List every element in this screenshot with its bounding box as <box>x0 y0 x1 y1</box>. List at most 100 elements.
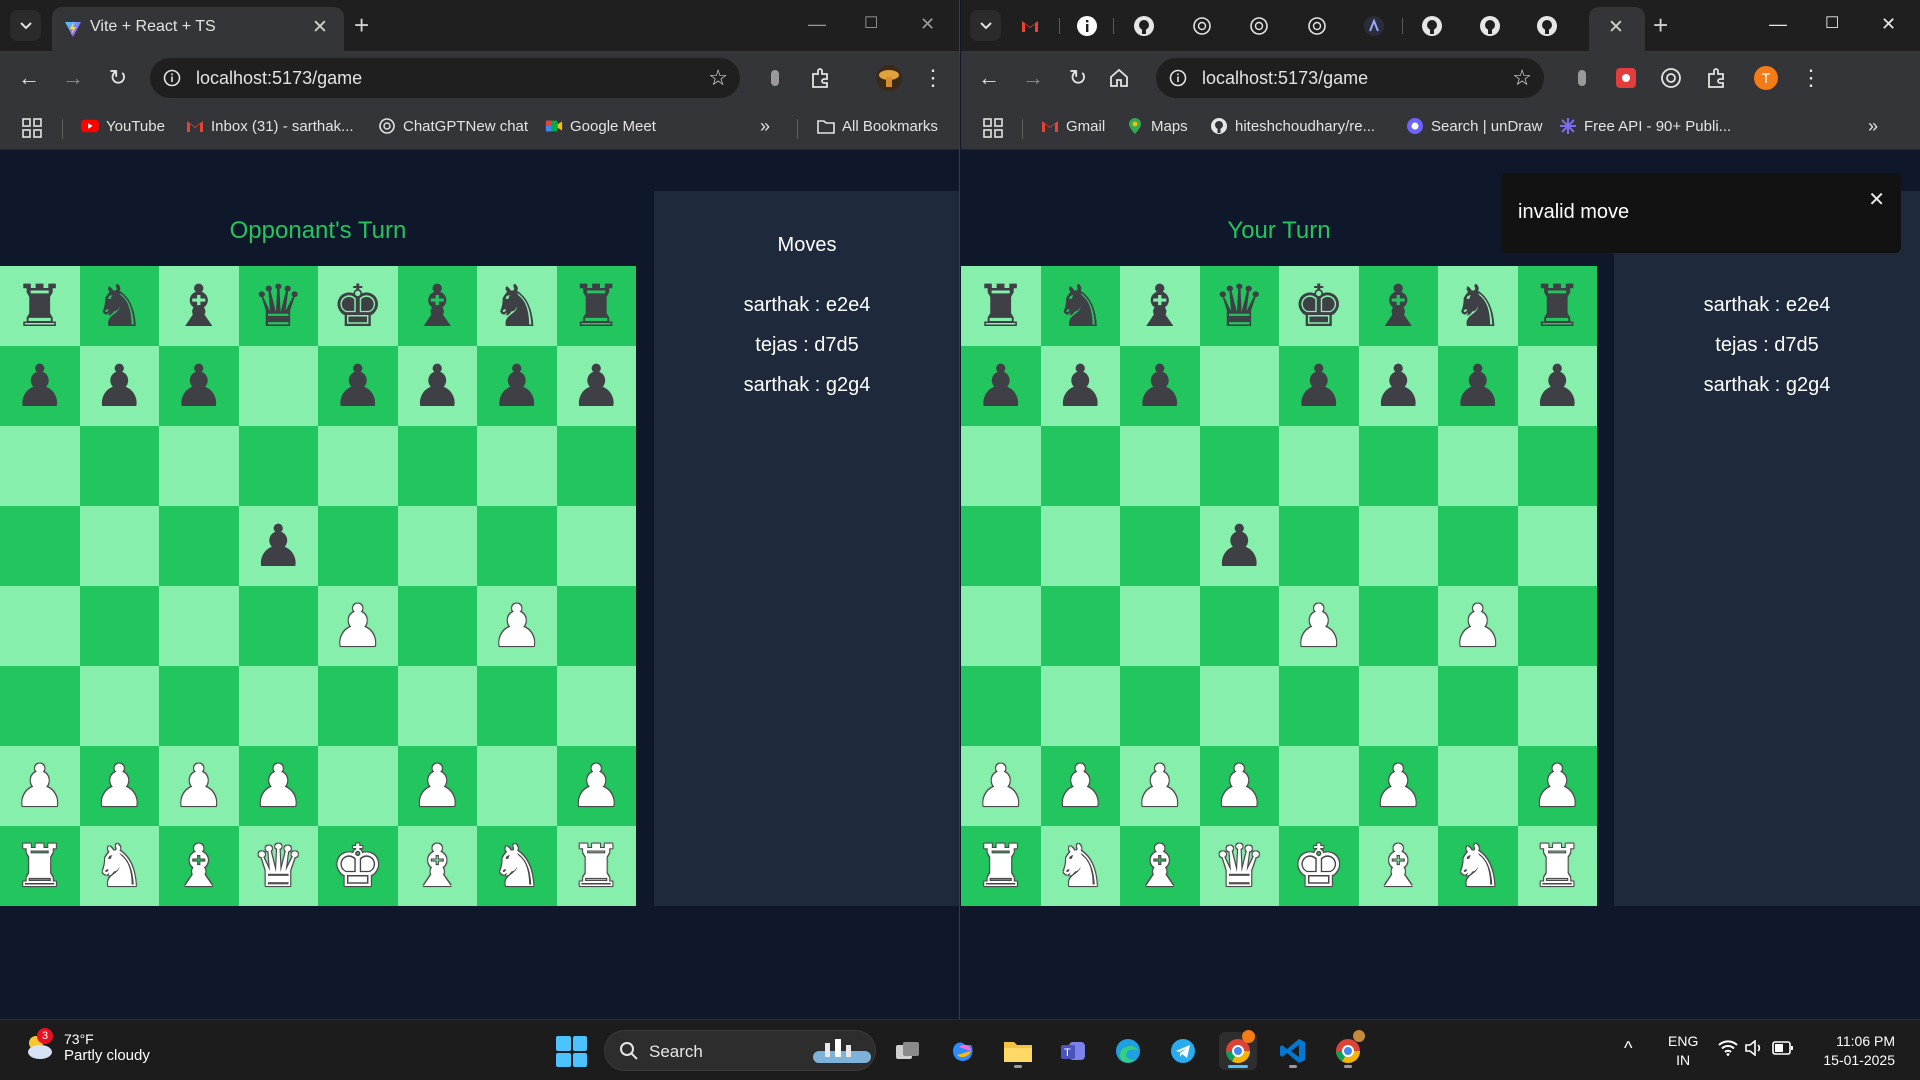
black-pawn-piece[interactable]: ♟ <box>14 357 66 415</box>
square-h2[interactable]: ♟ <box>556 746 636 826</box>
square-d5[interactable]: ♟ <box>238 506 318 586</box>
white-bishop-piece[interactable]: ♝ <box>1372 837 1424 895</box>
square-c4[interactable] <box>1120 586 1200 666</box>
white-pawn-piece[interactable]: ♟ <box>332 597 384 655</box>
square-f7[interactable]: ♟ <box>397 346 477 426</box>
black-king-piece[interactable]: ♚ <box>1293 277 1345 335</box>
black-knight-piece[interactable]: ♞ <box>1452 277 1504 335</box>
square-g6[interactable] <box>1438 426 1518 506</box>
lambda-tab-icon[interactable] <box>1361 13 1387 39</box>
bookmark-gmail-inbox[interactable]: Inbox (31) - sarthak... <box>186 117 354 135</box>
square-h6[interactable] <box>1517 426 1597 506</box>
bookmark-maps[interactable]: Maps <box>1126 117 1188 135</box>
tray-chevron-up-icon[interactable]: ^ <box>1624 1038 1632 1059</box>
square-e8[interactable]: ♚ <box>1279 266 1359 346</box>
white-rook-piece[interactable]: ♜ <box>1531 837 1583 895</box>
square-c2[interactable]: ♟ <box>159 746 239 826</box>
square-a5[interactable] <box>0 506 80 586</box>
square-e1[interactable]: ♚ <box>318 826 398 906</box>
square-b7[interactable]: ♟ <box>79 346 159 426</box>
minimize-button[interactable]: — <box>808 12 826 36</box>
square-a7[interactable]: ♟ <box>0 346 80 426</box>
address-bar[interactable]: localhost:5173/game ☆ <box>1156 58 1544 98</box>
square-f3[interactable] <box>397 666 477 746</box>
site-info-icon[interactable] <box>1167 67 1189 89</box>
square-e3[interactable] <box>1279 666 1359 746</box>
black-rook-piece[interactable]: ♜ <box>1531 277 1583 335</box>
square-b6[interactable] <box>1040 426 1120 506</box>
square-b5[interactable] <box>79 506 159 586</box>
weather-widget[interactable]: 3 73°F Partly cloudy <box>22 1028 150 1064</box>
square-h7[interactable]: ♟ <box>1517 346 1597 426</box>
black-bishop-piece[interactable]: ♝ <box>1372 277 1424 335</box>
square-a3[interactable] <box>961 666 1041 746</box>
square-e2[interactable] <box>1279 746 1359 826</box>
chess-board[interactable]: ♜ ♞ ♝ ♛ ♚ ♝ ♞ ♜ ♟ ♟ ♟ ♟ ♟ ♟ ♟ ♟ ♟ ♟ ♟ ♟ ♟ ♟ ♟ ♟ ♜ ♞ ♝ ♛ ♚ ♝ ♞ ♜ <box>0 266 636 906</box>
github-tab-icon[interactable] <box>1477 13 1503 39</box>
square-c3[interactable] <box>159 666 239 746</box>
extension-red-icon[interactable] <box>1609 61 1643 95</box>
white-king-piece[interactable]: ♚ <box>1293 837 1345 895</box>
square-c4[interactable] <box>159 586 239 666</box>
square-c5[interactable] <box>1120 506 1200 586</box>
square-h3[interactable] <box>1517 666 1597 746</box>
black-pawn-piece[interactable]: ♟ <box>1293 357 1345 415</box>
wifi-icon[interactable] <box>1718 1040 1738 1061</box>
bookmark-gmail[interactable]: Gmail <box>1041 117 1105 135</box>
close-window-button[interactable]: ✕ <box>1881 12 1896 36</box>
square-a5[interactable] <box>961 506 1041 586</box>
minimize-button[interactable]: — <box>1769 12 1787 36</box>
white-pawn-piece[interactable]: ♟ <box>1452 597 1504 655</box>
square-d1[interactable]: ♛ <box>238 826 318 906</box>
black-pawn-piece[interactable]: ♟ <box>252 517 304 575</box>
square-g8[interactable]: ♞ <box>1438 266 1518 346</box>
square-h8[interactable]: ♜ <box>1517 266 1597 346</box>
avatar[interactable] <box>872 61 906 95</box>
square-g7[interactable]: ♟ <box>477 346 557 426</box>
square-e3[interactable] <box>318 666 398 746</box>
square-h5[interactable] <box>1517 506 1597 586</box>
square-a1[interactable]: ♜ <box>0 826 80 906</box>
square-h5[interactable] <box>556 506 636 586</box>
square-e4[interactable]: ♟ <box>318 586 398 666</box>
square-b3[interactable] <box>1040 666 1120 746</box>
tab-close-icon[interactable]: ✕ <box>312 16 328 39</box>
square-a7[interactable]: ♟ <box>961 346 1041 426</box>
teams-icon[interactable]: T <box>1054 1032 1092 1070</box>
black-bishop-piece[interactable]: ♝ <box>173 277 225 335</box>
square-e5[interactable] <box>1279 506 1359 586</box>
square-d6[interactable] <box>1199 426 1279 506</box>
white-rook-piece[interactable]: ♜ <box>14 837 66 895</box>
reload-icon[interactable]: ↻ <box>1061 61 1095 95</box>
square-g8[interactable]: ♞ <box>477 266 557 346</box>
square-g6[interactable] <box>477 426 557 506</box>
square-h1[interactable]: ♜ <box>556 826 636 906</box>
github-tab-icon[interactable] <box>1131 13 1157 39</box>
square-h8[interactable]: ♜ <box>556 266 636 346</box>
white-pawn-piece[interactable]: ♟ <box>1293 597 1345 655</box>
square-g3[interactable] <box>477 666 557 746</box>
chatgpt-tab-icon[interactable] <box>1189 13 1215 39</box>
white-king-piece[interactable]: ♚ <box>332 837 384 895</box>
square-b2[interactable]: ♟ <box>79 746 159 826</box>
square-f3[interactable] <box>1358 666 1438 746</box>
bookmark-chatgpt[interactable]: ChatGPTNew chat <box>378 117 528 135</box>
white-pawn-piece[interactable]: ♟ <box>1531 757 1583 815</box>
bookmark-star-icon[interactable]: ☆ <box>1512 65 1532 91</box>
white-rook-piece[interactable]: ♜ <box>975 837 1027 895</box>
black-pawn-piece[interactable]: ♟ <box>1531 357 1583 415</box>
white-pawn-piece[interactable]: ♟ <box>1372 757 1424 815</box>
square-g1[interactable]: ♞ <box>1438 826 1518 906</box>
extension-target-icon[interactable] <box>1654 61 1688 95</box>
square-f2[interactable]: ♟ <box>397 746 477 826</box>
square-f5[interactable] <box>1358 506 1438 586</box>
square-b6[interactable] <box>79 426 159 506</box>
apps-grid-icon[interactable] <box>983 118 1003 143</box>
bookmark-undraw[interactable]: Search | unDraw <box>1406 117 1542 135</box>
square-c6[interactable] <box>1120 426 1200 506</box>
square-c6[interactable] <box>159 426 239 506</box>
white-pawn-piece[interactable]: ♟ <box>93 757 145 815</box>
square-g3[interactable] <box>1438 666 1518 746</box>
square-b2[interactable]: ♟ <box>1040 746 1120 826</box>
black-knight-piece[interactable]: ♞ <box>1054 277 1106 335</box>
